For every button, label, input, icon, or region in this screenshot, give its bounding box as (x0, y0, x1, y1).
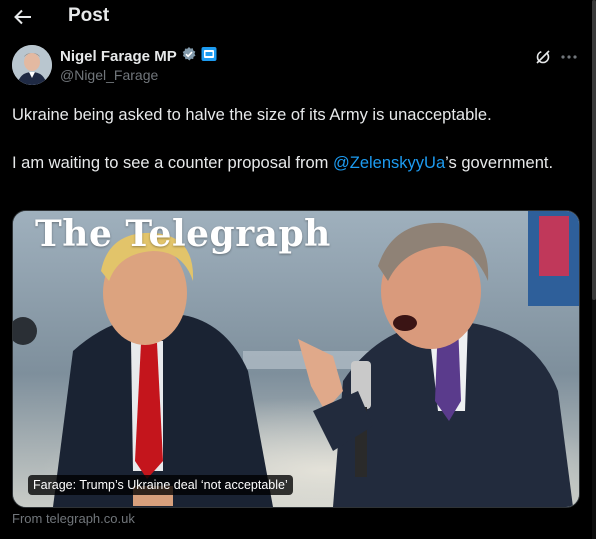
back-arrow-icon[interactable] (12, 6, 34, 28)
link-source[interactable]: From telegraph.co.uk (12, 511, 135, 526)
author-name-row: Nigel Farage MP (60, 46, 217, 67)
author-handle[interactable]: @Nigel_Farage (60, 67, 158, 83)
more-dots-icon[interactable] (558, 47, 580, 67)
tweet-line-1: Ukraine being asked to halve the size of… (12, 106, 492, 124)
page-title: Post (68, 5, 110, 26)
verified-badge-icon (181, 46, 197, 67)
photo-scene (13, 211, 579, 507)
tweet-text: Ukraine being asked to halve the size of… (12, 103, 582, 175)
link-card-image[interactable]: The Telegraph Farage: Trump’s Ukraine de… (12, 210, 580, 508)
tweet-line-2-prefix: I am waiting to see a counter proposal f… (12, 154, 333, 172)
scrollbar-thumb[interactable] (592, 0, 596, 300)
tweet-line-2: I am waiting to see a counter proposal f… (12, 151, 582, 175)
tweet-line-2-suffix: ’s government. (445, 154, 554, 172)
government-label-icon (201, 46, 217, 67)
avatar[interactable] (12, 45, 52, 85)
telegraph-logo: The Telegraph (35, 213, 331, 255)
author-display-name[interactable]: Nigel Farage MP (60, 48, 177, 65)
card-caption: Farage: Trump’s Ukraine deal ‘not accept… (28, 475, 293, 495)
grok-icon[interactable] (533, 47, 553, 67)
mention-link[interactable]: @ZelenskyyUa (333, 154, 445, 172)
top-bar: Post (0, 0, 596, 34)
